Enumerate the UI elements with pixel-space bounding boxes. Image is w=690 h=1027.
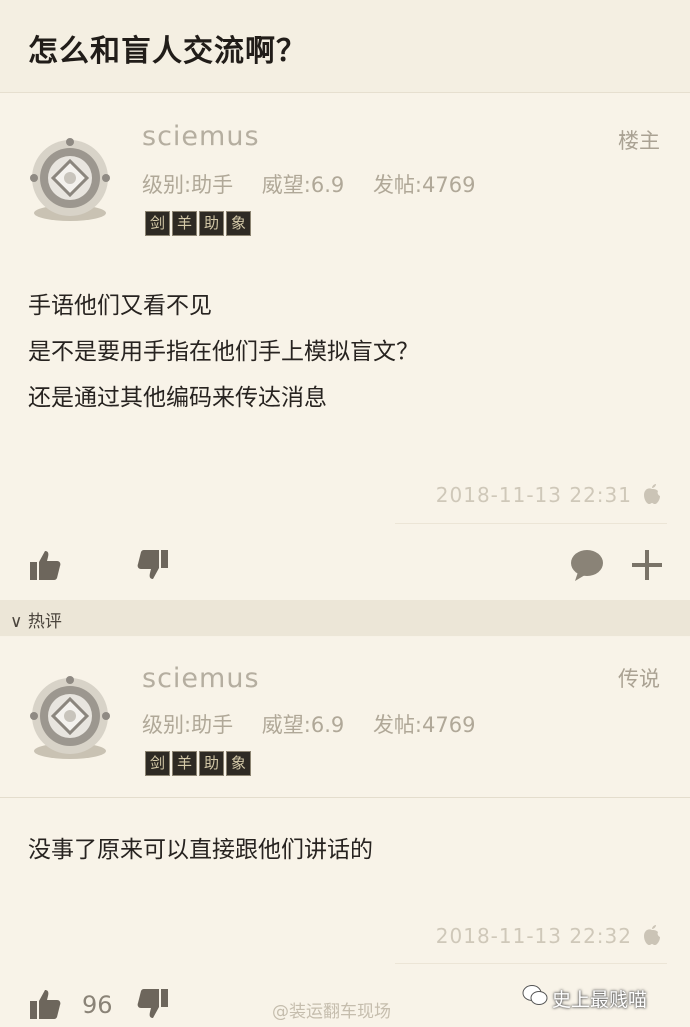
- diving-helmet-icon[interactable]: [25, 133, 115, 223]
- hot-comments-bar[interactable]: ∨ 热评: [0, 600, 690, 636]
- hot-comments-label: ∨ 热评: [10, 607, 62, 632]
- chevron-down-icon: ∨: [10, 612, 23, 632]
- apple-icon: [644, 484, 660, 504]
- weibo-watermark: @装运翻车现场: [272, 1002, 391, 1022]
- thumbs-down-icon[interactable]: [136, 548, 170, 582]
- user-prestige: 威望:6.9: [261, 713, 345, 737]
- badge-icon: 羊: [172, 211, 197, 236]
- user-post-count: 发帖:4769: [372, 173, 476, 197]
- user-badges: 剑 羊 助 象: [145, 211, 251, 236]
- badge-icon: 助: [199, 211, 224, 236]
- post-original: sciemus 级别:助手 威望:6.9 发帖:4769 剑 羊 助 象 楼主 …: [0, 93, 690, 600]
- header-divider: [0, 797, 690, 798]
- post-timestamp: 2018-11-13 22:31: [435, 483, 632, 507]
- user-prestige: 威望:6.9: [261, 173, 345, 197]
- badge-icon: 羊: [172, 751, 197, 776]
- username[interactable]: sciemus: [142, 121, 260, 152]
- apple-icon: [644, 925, 660, 945]
- title-bar: 怎么和盲人交流啊？: [0, 0, 690, 93]
- user-level: 级别:助手: [142, 713, 234, 737]
- content-line: 没事了原来可以直接跟他们讲话的: [28, 837, 373, 863]
- plus-icon[interactable]: [630, 548, 664, 582]
- user-level: 级别:助手: [142, 173, 234, 197]
- content-line: 是不是要用手指在他们手上模拟盲文？: [28, 339, 419, 365]
- badge-icon: 剑: [145, 751, 170, 776]
- floor-label: 传说: [618, 667, 660, 691]
- badge-icon: 象: [226, 211, 251, 236]
- timestamp-divider: [395, 963, 667, 964]
- hot-comments-text: 热评: [27, 612, 62, 632]
- thumbs-up-icon[interactable]: [28, 987, 62, 1021]
- thumbs-down-icon[interactable]: [136, 987, 170, 1021]
- thumbs-up-icon[interactable]: [28, 548, 62, 582]
- post-content: 手语他们又看不见 是不是要用手指在他们手上模拟盲文？ 还是通过其他编码来传达消息: [28, 283, 419, 421]
- speech-bubble-icon[interactable]: [570, 548, 604, 582]
- user-stats: 级别:助手 威望:6.9 发帖:4769: [142, 169, 497, 199]
- user-post-count: 发帖:4769: [372, 713, 476, 737]
- post-reply: sciemus 级别:助手 威望:6.9 发帖:4769 剑 羊 助 象 传说 …: [0, 637, 690, 1027]
- content-line: 还是通过其他编码来传达消息: [28, 385, 327, 411]
- forum-page: 怎么和盲人交流啊？ sciemus 级别:助手 威望:6.9 发帖:4769 剑…: [0, 0, 690, 1027]
- timestamp-divider: [395, 523, 667, 524]
- username[interactable]: sciemus: [142, 663, 260, 694]
- content-line: 手语他们又看不见: [28, 293, 212, 319]
- badge-icon: 剑: [145, 211, 170, 236]
- thread-title: 怎么和盲人交流啊？: [28, 34, 307, 69]
- user-badges: 剑 羊 助 象: [145, 751, 251, 776]
- badge-icon: 象: [226, 751, 251, 776]
- post-timestamp: 2018-11-13 22:32: [435, 924, 632, 948]
- like-count: 96: [82, 991, 113, 1019]
- badge-icon: 助: [199, 751, 224, 776]
- wechat-watermark: 史上最贱喵: [552, 989, 648, 1011]
- floor-label: 楼主: [618, 129, 660, 153]
- wechat-icon: [522, 985, 548, 1005]
- post-content: 没事了原来可以直接跟他们讲话的: [28, 827, 373, 873]
- user-stats: 级别:助手 威望:6.9 发帖:4769: [142, 709, 497, 739]
- diving-helmet-icon[interactable]: [25, 671, 115, 761]
